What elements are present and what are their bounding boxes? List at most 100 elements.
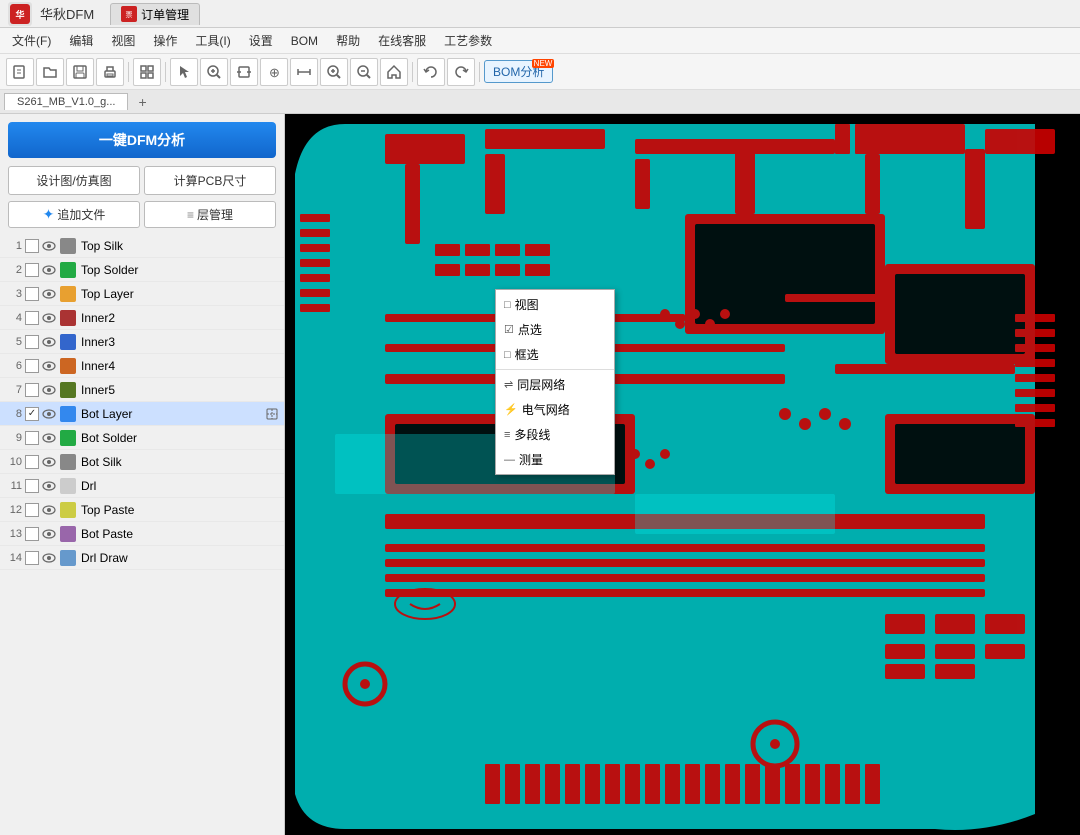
layer-mgr-button[interactable]: ≡ 层管理 bbox=[144, 201, 276, 228]
menu-help[interactable]: 帮助 bbox=[328, 30, 368, 51]
order-tab[interactable]: 票 订单管理 bbox=[110, 3, 200, 25]
toolbar-zoom-in[interactable] bbox=[320, 58, 348, 86]
bom-analysis-button[interactable]: BOM分析 NEW bbox=[484, 60, 553, 83]
layer-checkbox[interactable] bbox=[25, 455, 39, 469]
context-menu-item[interactable]: ⚡电气网络 bbox=[496, 397, 614, 422]
layer-checkbox[interactable] bbox=[25, 263, 39, 277]
menu-view[interactable]: 视图 bbox=[103, 30, 143, 51]
toolbar-print[interactable] bbox=[96, 58, 124, 86]
toolbar-save[interactable] bbox=[66, 58, 94, 86]
layer-number: 6 bbox=[4, 360, 22, 372]
context-menu-item[interactable]: ☑点选 bbox=[496, 317, 614, 342]
layer-row[interactable]: 1 Top Silk bbox=[0, 234, 284, 258]
layer-color-swatch bbox=[60, 454, 76, 470]
toolbar-measure[interactable] bbox=[290, 58, 318, 86]
layer-number: 3 bbox=[4, 288, 22, 300]
toolbar-home[interactable] bbox=[380, 58, 408, 86]
layer-checkbox[interactable] bbox=[25, 335, 39, 349]
toolbar-cursor[interactable] bbox=[170, 58, 198, 86]
layer-number: 8 bbox=[4, 408, 22, 420]
layer-checkbox[interactable] bbox=[25, 311, 39, 325]
layer-eye-icon[interactable] bbox=[41, 262, 57, 278]
menu-settings[interactable]: 设置 bbox=[241, 30, 281, 51]
tab-filename: S261_MB_V1.0_g... bbox=[17, 96, 115, 108]
layer-row[interactable]: 11 Drl bbox=[0, 474, 284, 498]
toolbar: ⊕ BOM分析 NEW bbox=[0, 54, 1080, 90]
layer-row[interactable]: 7 Inner5 bbox=[0, 378, 284, 402]
design-view-button[interactable]: 设计图/仿真图 bbox=[8, 166, 140, 195]
layer-name-label: Top Paste bbox=[81, 503, 280, 517]
toolbar-zoom-area[interactable] bbox=[200, 58, 228, 86]
pcb-size-button[interactable]: 计算PCB尺寸 bbox=[144, 166, 276, 195]
layer-row[interactable]: 9 Bot Solder bbox=[0, 426, 284, 450]
menu-tools[interactable]: 工具(I) bbox=[187, 30, 238, 51]
context-menu-item[interactable]: ≡多段线 bbox=[496, 422, 614, 447]
toolbar-undo[interactable] bbox=[417, 58, 445, 86]
layer-eye-icon[interactable] bbox=[41, 550, 57, 566]
layer-row[interactable]: 5 Inner3 bbox=[0, 330, 284, 354]
layer-eye-icon[interactable] bbox=[41, 478, 57, 494]
svg-text:票: 票 bbox=[126, 11, 133, 19]
layer-checkbox[interactable] bbox=[25, 551, 39, 565]
layer-eye-icon[interactable] bbox=[41, 502, 57, 518]
toolbar-zoom-out[interactable] bbox=[350, 58, 378, 86]
layer-eye-icon[interactable] bbox=[41, 454, 57, 470]
context-menu-item[interactable]: —测量 bbox=[496, 447, 614, 472]
add-file-button[interactable]: ✦ 追加文件 bbox=[8, 201, 140, 228]
ctx-icon: ⇌ bbox=[504, 378, 513, 391]
layer-eye-icon[interactable] bbox=[41, 334, 57, 350]
layer-eye-icon[interactable] bbox=[41, 286, 57, 302]
ctx-label: 同层网络 bbox=[517, 376, 565, 393]
ctx-icon: □ bbox=[504, 349, 511, 361]
layer-row[interactable]: 12 Top Paste bbox=[0, 498, 284, 522]
layer-row[interactable]: 6 Inner4 bbox=[0, 354, 284, 378]
layer-eye-icon[interactable] bbox=[41, 430, 57, 446]
menu-online-service[interactable]: 在线客服 bbox=[370, 30, 434, 51]
layer-checkbox[interactable] bbox=[25, 479, 39, 493]
context-menu-item[interactable]: □框选 bbox=[496, 342, 614, 367]
context-menu-item[interactable]: □视图 bbox=[496, 292, 614, 317]
layer-eye-icon[interactable] bbox=[41, 310, 57, 326]
toolbar-grid[interactable] bbox=[133, 58, 161, 86]
menu-edit[interactable]: 编辑 bbox=[61, 30, 101, 51]
layer-eye-icon[interactable] bbox=[41, 406, 57, 422]
layer-eye-icon[interactable] bbox=[41, 358, 57, 374]
layer-row[interactable]: 3 Top Layer bbox=[0, 282, 284, 306]
toolbar-pan[interactable]: ⊕ bbox=[260, 58, 288, 86]
layer-row[interactable]: 4 Inner2 bbox=[0, 306, 284, 330]
file-tab[interactable]: S261_MB_V1.0_g... bbox=[4, 93, 128, 110]
menu-process-params[interactable]: 工艺参数 bbox=[436, 30, 500, 51]
layer-checkbox[interactable] bbox=[25, 407, 39, 421]
menu-file[interactable]: 文件(F) bbox=[4, 30, 59, 51]
layer-checkbox[interactable] bbox=[25, 239, 39, 253]
toolbar-new[interactable] bbox=[6, 58, 34, 86]
layer-eye-icon[interactable] bbox=[41, 526, 57, 542]
menubar: 文件(F) 编辑 视图 操作 工具(I) 设置 BOM 帮助 在线客服 工艺参数 bbox=[0, 28, 1080, 54]
toolbar-open[interactable] bbox=[36, 58, 64, 86]
menu-bom[interactable]: BOM bbox=[283, 32, 326, 50]
layer-row[interactable]: 13 Bot Paste bbox=[0, 522, 284, 546]
layer-eye-icon[interactable] bbox=[41, 382, 57, 398]
context-menu-item[interactable]: ⇌ 同层网络 bbox=[496, 372, 614, 397]
plus-icon: ✦ bbox=[43, 206, 55, 223]
layer-checkbox[interactable] bbox=[25, 503, 39, 517]
layer-checkbox[interactable] bbox=[25, 527, 39, 541]
layer-row[interactable]: 2 Top Solder bbox=[0, 258, 284, 282]
layer-eye-icon[interactable] bbox=[41, 238, 57, 254]
toolbar-fit[interactable] bbox=[230, 58, 258, 86]
ctx-icon: ☑ bbox=[504, 323, 514, 336]
layer-row[interactable]: 10 Bot Silk bbox=[0, 450, 284, 474]
layer-row[interactable]: 8 Bot Layer bbox=[0, 402, 284, 426]
layer-checkbox[interactable] bbox=[25, 359, 39, 373]
layer-number: 12 bbox=[4, 504, 22, 516]
menu-operate[interactable]: 操作 bbox=[145, 30, 185, 51]
toolbar-redo[interactable] bbox=[447, 58, 475, 86]
layer-checkbox[interactable] bbox=[25, 383, 39, 397]
dfm-analyze-button[interactable]: 一键DFM分析 bbox=[8, 122, 276, 158]
context-separator bbox=[496, 369, 614, 370]
layer-checkbox[interactable] bbox=[25, 431, 39, 445]
layer-checkbox[interactable] bbox=[25, 287, 39, 301]
layer-row[interactable]: 14 Drl Draw bbox=[0, 546, 284, 570]
canvas-area[interactable]: □视图☑点选□框选 ⇌ 同层网络 ⚡电气网络≡多段线—测量 bbox=[285, 114, 1080, 835]
add-tab-button[interactable]: + bbox=[132, 92, 152, 112]
